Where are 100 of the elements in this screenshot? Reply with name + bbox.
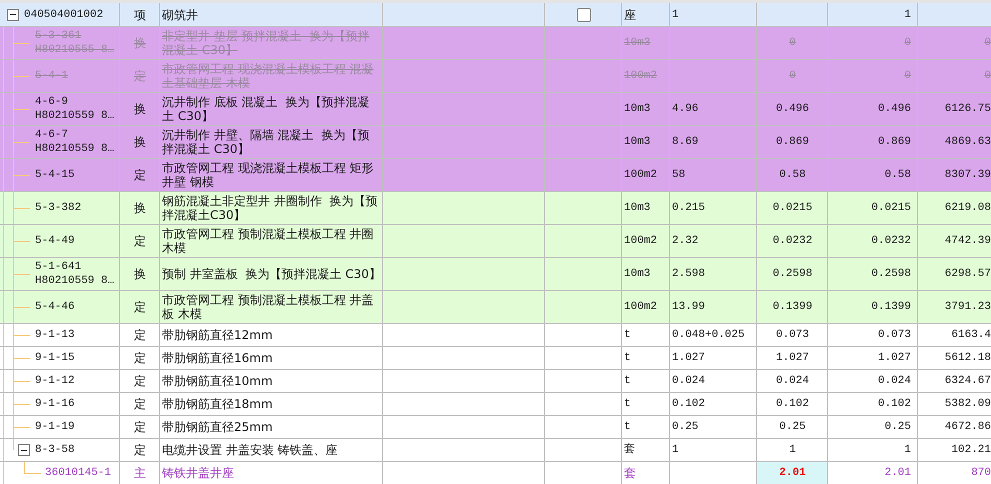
- type-text: 定: [134, 168, 146, 182]
- name-text: 铸铁井盖井座: [162, 466, 234, 480]
- unit-text: 座: [624, 8, 636, 22]
- quantity-text: 0: [789, 36, 796, 50]
- quantity-text: 0.496: [776, 102, 809, 116]
- name-text: 市政管网工程 现浇混凝土模板工程 混凝土基础垫层 木模: [162, 62, 375, 90]
- type-text: 定: [134, 374, 146, 388]
- expression-text: 1: [672, 8, 679, 22]
- table-row[interactable]: 5-4-15 定 市政管网工程 现浇混凝土模板工程 矩形井壁 钢模 100m2 58 0.58 0.58 8307.39: [0, 159, 991, 192]
- selected-cell[interactable]: 2.01: [757, 462, 828, 484]
- unit-text: 10m3: [624, 36, 650, 50]
- expression-text: 2.598: [672, 267, 706, 281]
- code-text: 040504001002: [24, 8, 104, 22]
- name-text: 钢筋混凝土非定型井 井圈制作 换为【预拌混凝土C30】: [162, 194, 378, 222]
- quantity-text: 1: [789, 443, 796, 457]
- price-text: 3791.23: [944, 300, 991, 314]
- code-text: 9-1-12: [35, 374, 75, 388]
- table-row[interactable]: 9-1-16 定 带肋钢筋直径18mm t 0.102 0.102 0.102 5382.09: [0, 393, 991, 416]
- unit-text: 100m2: [624, 168, 658, 182]
- table-row[interactable]: 36010145-1 主 铸铁井盖井座 套 2.01 2.01 870: [0, 462, 991, 484]
- name-text: 市政管网工程 现浇混凝土模板工程 矩形井壁 钢模: [162, 161, 375, 189]
- quantity-text: 0.58: [884, 168, 911, 182]
- name-text: 预制 井室盖板 换为【预拌混凝土 C30】: [162, 267, 381, 281]
- unit-text: 套: [624, 466, 636, 480]
- code-text: 9-1-13: [35, 328, 75, 342]
- table-row[interactable]: 9-1-15 定 带肋钢筋直径16mm t 1.027 1.027 1.027 5612.18: [0, 347, 991, 370]
- code-text: 5-4-15: [35, 168, 75, 182]
- name-text: 带肋钢筋直径25mm: [162, 420, 273, 434]
- checkbox[interactable]: [576, 8, 590, 22]
- type-text: 换: [134, 267, 146, 281]
- quantity-text: 0: [789, 69, 796, 83]
- table-row[interactable]: 5-1-641 H80210559 8… 换 预制 井室盖板 换为【预拌混凝土 C30】 10m3 2.598 0.2598 0.2598 6298.57: [0, 258, 991, 291]
- name-text: 砌筑井: [162, 8, 198, 22]
- type-text: 定: [134, 300, 146, 314]
- expression-text: 4.96: [672, 102, 698, 116]
- type-text: 定: [134, 328, 146, 342]
- code-text: 8-3-58: [35, 443, 75, 457]
- expression-text: 2.32: [672, 234, 698, 248]
- unit-text: t: [624, 351, 631, 365]
- type-text: 定: [134, 443, 146, 457]
- table-row[interactable]: 5-4-46 定 市政管网工程 预制混凝土模板工程 井盖板 木模 100m2 13.99 0.1399 0.1399 3791.23: [0, 291, 991, 324]
- table-row[interactable]: 9-1-19 定 带肋钢筋直径25mm t 0.25 0.25 0.25 4672.86: [0, 416, 991, 439]
- name-text: 带肋钢筋直径12mm: [162, 328, 273, 342]
- code-text: 5-3-382: [35, 201, 82, 215]
- quantity-text: 0.1399: [772, 300, 812, 314]
- table-row[interactable]: 4-6-7 H80210559 8… 换 沉井制作 井壁、隔墙 混凝土 换为【预拌混凝土 C30】 10m3 8.69 0.869 0.869 4869.63: [0, 126, 991, 159]
- price-text: 870: [971, 466, 991, 480]
- name-text: 沉井制作 井壁、隔墙 混凝土 换为【预拌混凝土 C30】: [162, 128, 370, 156]
- price-text: 6163.4: [951, 328, 991, 342]
- quantity-text: 1.027: [878, 351, 911, 365]
- expression-text: 0.024: [672, 374, 706, 388]
- expression-text: 8.69: [672, 135, 698, 149]
- expression-text: 0.048+0.025: [672, 328, 745, 342]
- unit-text: t: [624, 397, 631, 411]
- code-text: 36010145-1: [45, 466, 112, 480]
- unit-text: 10m3: [624, 201, 650, 215]
- code-text: 5-4-1: [35, 69, 68, 83]
- unit-text: 10m3: [624, 267, 650, 281]
- quantity-text: 0.25: [779, 420, 806, 434]
- expression-text: 1: [672, 443, 679, 457]
- quantity-text: 0.0215: [871, 201, 911, 215]
- table-row[interactable]: 9-1-13 定 带肋钢筋直径12mm t 0.048+0.025 0.073 0.073 6163.4: [0, 324, 991, 347]
- price-text: 5382.09: [944, 397, 991, 411]
- price-text: 6324.67: [944, 374, 991, 388]
- collapse-toggle[interactable]: [7, 8, 19, 20]
- table-row[interactable]: 5-3-382 换 钢筋混凝土非定型井 井圈制作 换为【预拌混凝土C30】 10m3 0.215 0.0215 0.0215 6219.08: [0, 192, 991, 225]
- price-text: 6219.08: [944, 201, 991, 215]
- name-text: 电缆井设置 井盖安装 铸铁盖、座: [162, 443, 338, 457]
- table-row[interactable]: 9-1-12 定 带肋钢筋直径10mm t 0.024 0.024 0.024 6324.67: [0, 370, 991, 393]
- quantity-text: 0.024: [776, 374, 809, 388]
- table-row[interactable]: 8-3-58 定 电缆井设置 井盖安装 铸铁盖、座 套 1 1 1 102.21: [0, 439, 991, 462]
- quantity-text: 1: [904, 8, 911, 22]
- table-row[interactable]: 040504001002 项 砌筑井 座 1 1: [0, 3, 991, 27]
- expression-text: 58: [672, 168, 686, 182]
- unit-text: 100m2: [624, 234, 658, 248]
- price-text: 102.21: [951, 443, 991, 457]
- name-text: 带肋钢筋直径16mm: [162, 351, 273, 365]
- type-text: 项: [134, 8, 146, 22]
- quantity-text: 0.58: [779, 168, 806, 182]
- name-text: 市政管网工程 预制混凝土模板工程 井圈木模: [162, 227, 375, 255]
- unit-text: t: [624, 328, 631, 342]
- quantity-text: 0.073: [776, 328, 809, 342]
- table-row[interactable]: 4-6-9 H80210559 8… 换 沉井制作 底板 混凝土 换为【预拌混凝土 C30】 10m3 4.96 0.496 0.496 6126.75: [0, 93, 991, 126]
- quantity-text: 1.027: [776, 351, 809, 365]
- unit-text: t: [624, 420, 631, 434]
- unit-text: 10m3: [624, 135, 650, 149]
- code-text: 9-1-19: [35, 420, 75, 434]
- quantity-text: 0.0232: [871, 234, 911, 248]
- price-text: 8307.39: [944, 168, 991, 182]
- name-text: 非定型井 垫层 预拌混凝土 换为【预拌混凝土 C30】: [162, 29, 370, 57]
- unit-text: t: [624, 374, 631, 388]
- table-row[interactable]: 5-4-49 定 市政管网工程 预制混凝土模板工程 井圈木模 100m2 2.32 0.0232 0.0232 4742.39: [0, 225, 991, 258]
- quantity-text: 0.0232: [772, 234, 812, 248]
- collapse-toggle[interactable]: [18, 444, 30, 456]
- unit-text: 10m3: [624, 102, 650, 116]
- price-text: 6126.75: [944, 102, 991, 116]
- quantity-text: 1: [904, 443, 911, 457]
- expression-text: 0.215: [672, 201, 706, 215]
- unit-text: 100m2: [624, 69, 658, 83]
- name-text: 市政管网工程 预制混凝土模板工程 井盖板 木模: [162, 293, 375, 321]
